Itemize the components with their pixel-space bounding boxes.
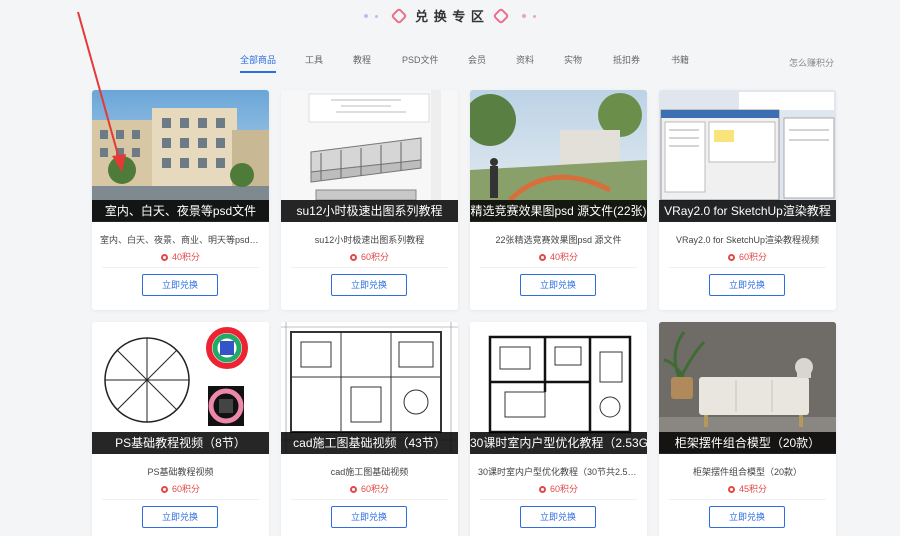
- divider: [480, 499, 637, 500]
- product-card[interactable]: 柜架摆件组合模型（20款） 柜架摆件组合模型（20款） 45积分 立即兑换: [659, 322, 836, 536]
- points-value: 60积分: [171, 484, 200, 494]
- card-points: 60积分: [92, 482, 269, 495]
- card-caption: 室内、白天、夜景等psd文件: [92, 200, 269, 222]
- redeem-button[interactable]: 立即兑换: [142, 274, 218, 296]
- card-points: 60积分: [281, 482, 458, 495]
- card-caption: su12小时极速出图系列教程: [281, 200, 458, 222]
- decor-dot-icon: [375, 15, 379, 18]
- card-points: 40积分: [470, 250, 647, 263]
- tab-tutorials[interactable]: 教程: [353, 53, 371, 71]
- points-value: 60积分: [360, 252, 389, 262]
- points-coin-icon: [727, 486, 735, 493]
- card-description: su12小时极速出图系列教程: [314, 235, 425, 245]
- page-title: 兑 换 专 区: [0, 6, 900, 25]
- how-to-earn-link[interactable]: 怎么赚积分: [789, 56, 834, 69]
- product-card[interactable]: cad施工图基础视频（43节） cad施工图基础视频 60积分 立即兑换: [281, 322, 458, 536]
- card-caption: PS基础教程视频（8节）: [92, 432, 269, 454]
- product-card[interactable]: PS基础教程视频（8节） PS基础教程视频 60积分 立即兑换: [92, 322, 269, 536]
- points-coin-icon: [349, 254, 357, 261]
- section-header: 兑 换 专 区: [0, 0, 900, 40]
- product-card[interactable]: VRay2.0 for SketchUp渲染教程 VRay2.0 for Ske…: [659, 90, 836, 310]
- decor-dot-icon: [521, 14, 526, 18]
- divider: [291, 499, 448, 500]
- tab-physical[interactable]: 实物: [564, 53, 582, 71]
- card-description: cad施工图基础视频: [330, 467, 409, 477]
- points-coin-icon: [538, 486, 546, 493]
- card-description: 30课时室内户型优化教程（30节共2.53G）: [478, 467, 639, 477]
- card-description: VRay2.0 for SketchUp渲染教程视频: [675, 235, 820, 245]
- decor-dot-icon: [533, 15, 537, 18]
- card-description: 室内、白天、夜景、商业、明天等psd文件: [100, 235, 261, 245]
- tab-psd[interactable]: PSD文件: [402, 53, 439, 71]
- card-points: 45积分: [659, 482, 836, 495]
- points-value: 60积分: [360, 484, 389, 494]
- product-card[interactable]: 室内、白天、夜景等psd文件 室内、白天、夜景、商业、明天等psd文件 40积分…: [92, 90, 269, 310]
- category-tabs: 全部商品 工具 教程 PSD文件 会员 资料 实物 抵扣券 书籍: [0, 53, 900, 77]
- redeem-button[interactable]: 立即兑换: [331, 506, 407, 528]
- tab-books[interactable]: 书籍: [671, 53, 689, 71]
- card-caption: VRay2.0 for SketchUp渲染教程: [659, 200, 836, 222]
- points-coin-icon: [160, 486, 168, 493]
- points-value: 40积分: [171, 252, 200, 262]
- redeem-button[interactable]: 立即兑换: [709, 274, 785, 296]
- divider: [669, 267, 826, 268]
- redeem-button[interactable]: 立即兑换: [142, 506, 218, 528]
- product-card[interactable]: 精选竞赛效果图psd 源文件(22张) 22张精选竞赛效果图psd 源文件 40…: [470, 90, 647, 310]
- points-coin-icon: [349, 486, 357, 493]
- card-points: 60积分: [470, 482, 647, 495]
- redeem-button[interactable]: 立即兑换: [520, 506, 596, 528]
- redeem-button[interactable]: 立即兑换: [520, 274, 596, 296]
- card-description: 柜架摆件组合模型（20款）: [692, 467, 802, 477]
- points-value: 60积分: [738, 252, 767, 262]
- card-points: 40积分: [92, 250, 269, 263]
- redeem-button[interactable]: 立即兑换: [331, 274, 407, 296]
- tab-coupons[interactable]: 抵扣券: [613, 53, 640, 71]
- product-card[interactable]: su12小时极速出图系列教程 su12小时极速出图系列教程 60积分 立即兑换: [281, 90, 458, 310]
- card-caption: 精选竞赛效果图psd 源文件(22张): [470, 200, 647, 222]
- card-description: 22张精选竞赛效果图psd 源文件: [495, 235, 622, 245]
- hexagon-icon: [492, 7, 510, 25]
- points-value: 40积分: [549, 252, 578, 262]
- divider: [480, 267, 637, 268]
- card-points: 60积分: [281, 250, 458, 263]
- points-value: 60积分: [549, 484, 578, 494]
- points-value: 45积分: [738, 484, 767, 494]
- card-caption: 柜架摆件组合模型（20款）: [659, 432, 836, 454]
- divider: [669, 499, 826, 500]
- tab-materials[interactable]: 资料: [516, 53, 534, 71]
- redeem-button[interactable]: 立即兑换: [709, 506, 785, 528]
- points-coin-icon: [160, 254, 168, 261]
- card-caption: cad施工图基础视频（43节）: [281, 432, 458, 454]
- divider: [102, 267, 259, 268]
- points-coin-icon: [727, 254, 735, 261]
- card-points: 60积分: [659, 250, 836, 263]
- divider: [102, 499, 259, 500]
- hexagon-icon: [390, 7, 408, 25]
- card-caption: 30课时室内户型优化教程（2.53G）: [470, 432, 647, 454]
- points-coin-icon: [538, 254, 546, 261]
- product-card[interactable]: 30课时室内户型优化教程（2.53G） 30课时室内户型优化教程（30节共2.5…: [470, 322, 647, 536]
- tab-all[interactable]: 全部商品: [240, 53, 277, 73]
- divider: [291, 267, 448, 268]
- tab-membership[interactable]: 会员: [468, 53, 486, 71]
- card-description: PS基础教程视频: [147, 467, 214, 477]
- tab-tools[interactable]: 工具: [305, 53, 323, 71]
- decor-dot-icon: [363, 14, 368, 18]
- page-title-text: 兑 换 专 区: [415, 9, 485, 24]
